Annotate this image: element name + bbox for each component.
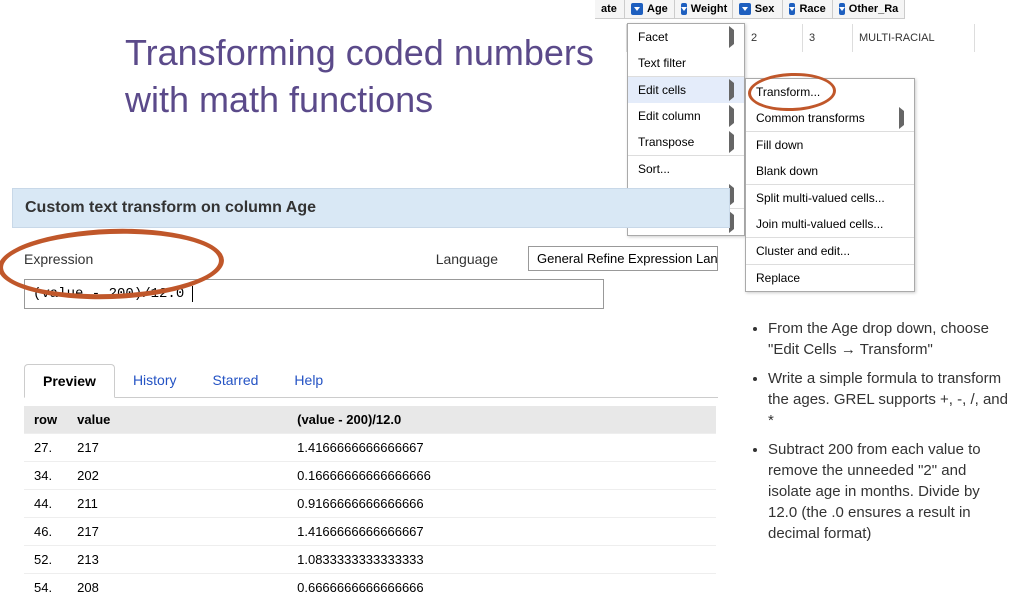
language-label: Language bbox=[436, 251, 498, 267]
bullet-1: From the Age drop down, choose "Edit Cel… bbox=[768, 318, 1011, 360]
th-output: (value - 200)/12.0 bbox=[287, 406, 716, 434]
col-weight[interactable]: Weight bbox=[675, 0, 733, 18]
dropdown-icon[interactable] bbox=[839, 3, 845, 15]
submenu-common[interactable]: Common transforms bbox=[746, 105, 914, 131]
submenu-blankdown[interactable]: Blank down bbox=[746, 158, 914, 184]
table-row: 52.2131.0833333333333333 bbox=[24, 546, 716, 574]
submenu-replace[interactable]: Replace bbox=[746, 265, 914, 291]
menu-transpose[interactable]: Transpose bbox=[628, 129, 744, 155]
dropdown-icon[interactable] bbox=[631, 3, 643, 15]
expression-input[interactable]: (value - 200)/12.0 bbox=[24, 279, 604, 309]
col-ate[interactable]: ate bbox=[595, 0, 625, 18]
submenu-cluster[interactable]: Cluster and edit... bbox=[746, 238, 914, 264]
editcells-submenu: Transform... Common transforms Fill down… bbox=[745, 78, 915, 292]
tab-starred[interactable]: Starred bbox=[195, 364, 277, 397]
bullet-3: Subtract 200 from each value to remove t… bbox=[768, 439, 1011, 544]
col-race[interactable]: Race bbox=[783, 0, 833, 18]
col-other[interactable]: Other_Ra bbox=[833, 0, 905, 18]
transform-dialog: Custom text transform on column Age Expr… bbox=[12, 188, 730, 607]
arrow-right-icon bbox=[899, 111, 904, 125]
column-headers: ate Age Weight Sex Race Other_Ra bbox=[595, 0, 905, 19]
tab-history[interactable]: History bbox=[115, 364, 195, 397]
menu-facet[interactable]: Facet bbox=[628, 24, 744, 50]
submenu-join[interactable]: Join multi-valued cells... bbox=[746, 211, 914, 237]
arrow-right-icon bbox=[729, 30, 734, 44]
th-value: value bbox=[67, 406, 287, 434]
bullet-2: Write a simple formula to transform the … bbox=[768, 368, 1011, 431]
th-row: row bbox=[24, 406, 67, 434]
table-row: 54.2080.6666666666666666 bbox=[24, 574, 716, 602]
col-age[interactable]: Age bbox=[625, 0, 675, 18]
tab-preview[interactable]: Preview bbox=[24, 364, 115, 398]
table-row: 46.2171.4166666666666667 bbox=[24, 518, 716, 546]
menu-sort[interactable]: Sort... bbox=[628, 156, 744, 182]
slide-title: Transforming coded numberswith math func… bbox=[125, 30, 594, 124]
instruction-bullets: From the Age drop down, choose "Edit Cel… bbox=[746, 318, 1011, 552]
preview-table: row value (value - 200)/12.0 27.2171.416… bbox=[24, 406, 716, 601]
table-row: 27.2171.4166666666666667 bbox=[24, 434, 716, 462]
submenu-filldown[interactable]: Fill down bbox=[746, 132, 914, 158]
submenu-transform[interactable]: Transform... bbox=[746, 79, 914, 105]
dropdown-icon[interactable] bbox=[789, 3, 796, 15]
arrow-right-icon bbox=[729, 83, 734, 97]
dialog-title: Custom text transform on column Age bbox=[12, 188, 730, 228]
dropdown-icon[interactable] bbox=[739, 3, 751, 15]
menu-textfilter[interactable]: Text filter bbox=[628, 50, 744, 76]
tab-help[interactable]: Help bbox=[276, 364, 341, 397]
expression-label: Expression bbox=[24, 251, 406, 267]
dialog-tabs: Preview History Starred Help bbox=[24, 364, 718, 398]
arrow-right-icon bbox=[729, 109, 734, 123]
table-row: 34.2020.16666666666666666 bbox=[24, 462, 716, 490]
menu-editcells[interactable]: Edit cells bbox=[628, 77, 744, 103]
menu-editcolumn[interactable]: Edit column bbox=[628, 103, 744, 129]
submenu-split[interactable]: Split multi-valued cells... bbox=[746, 185, 914, 211]
table-row: 44.2110.9166666666666666 bbox=[24, 490, 716, 518]
col-sex[interactable]: Sex bbox=[733, 0, 783, 18]
language-select[interactable]: General Refine Expression Lan bbox=[528, 246, 718, 271]
dropdown-icon[interactable] bbox=[681, 3, 687, 15]
arrow-right-icon bbox=[729, 135, 734, 149]
